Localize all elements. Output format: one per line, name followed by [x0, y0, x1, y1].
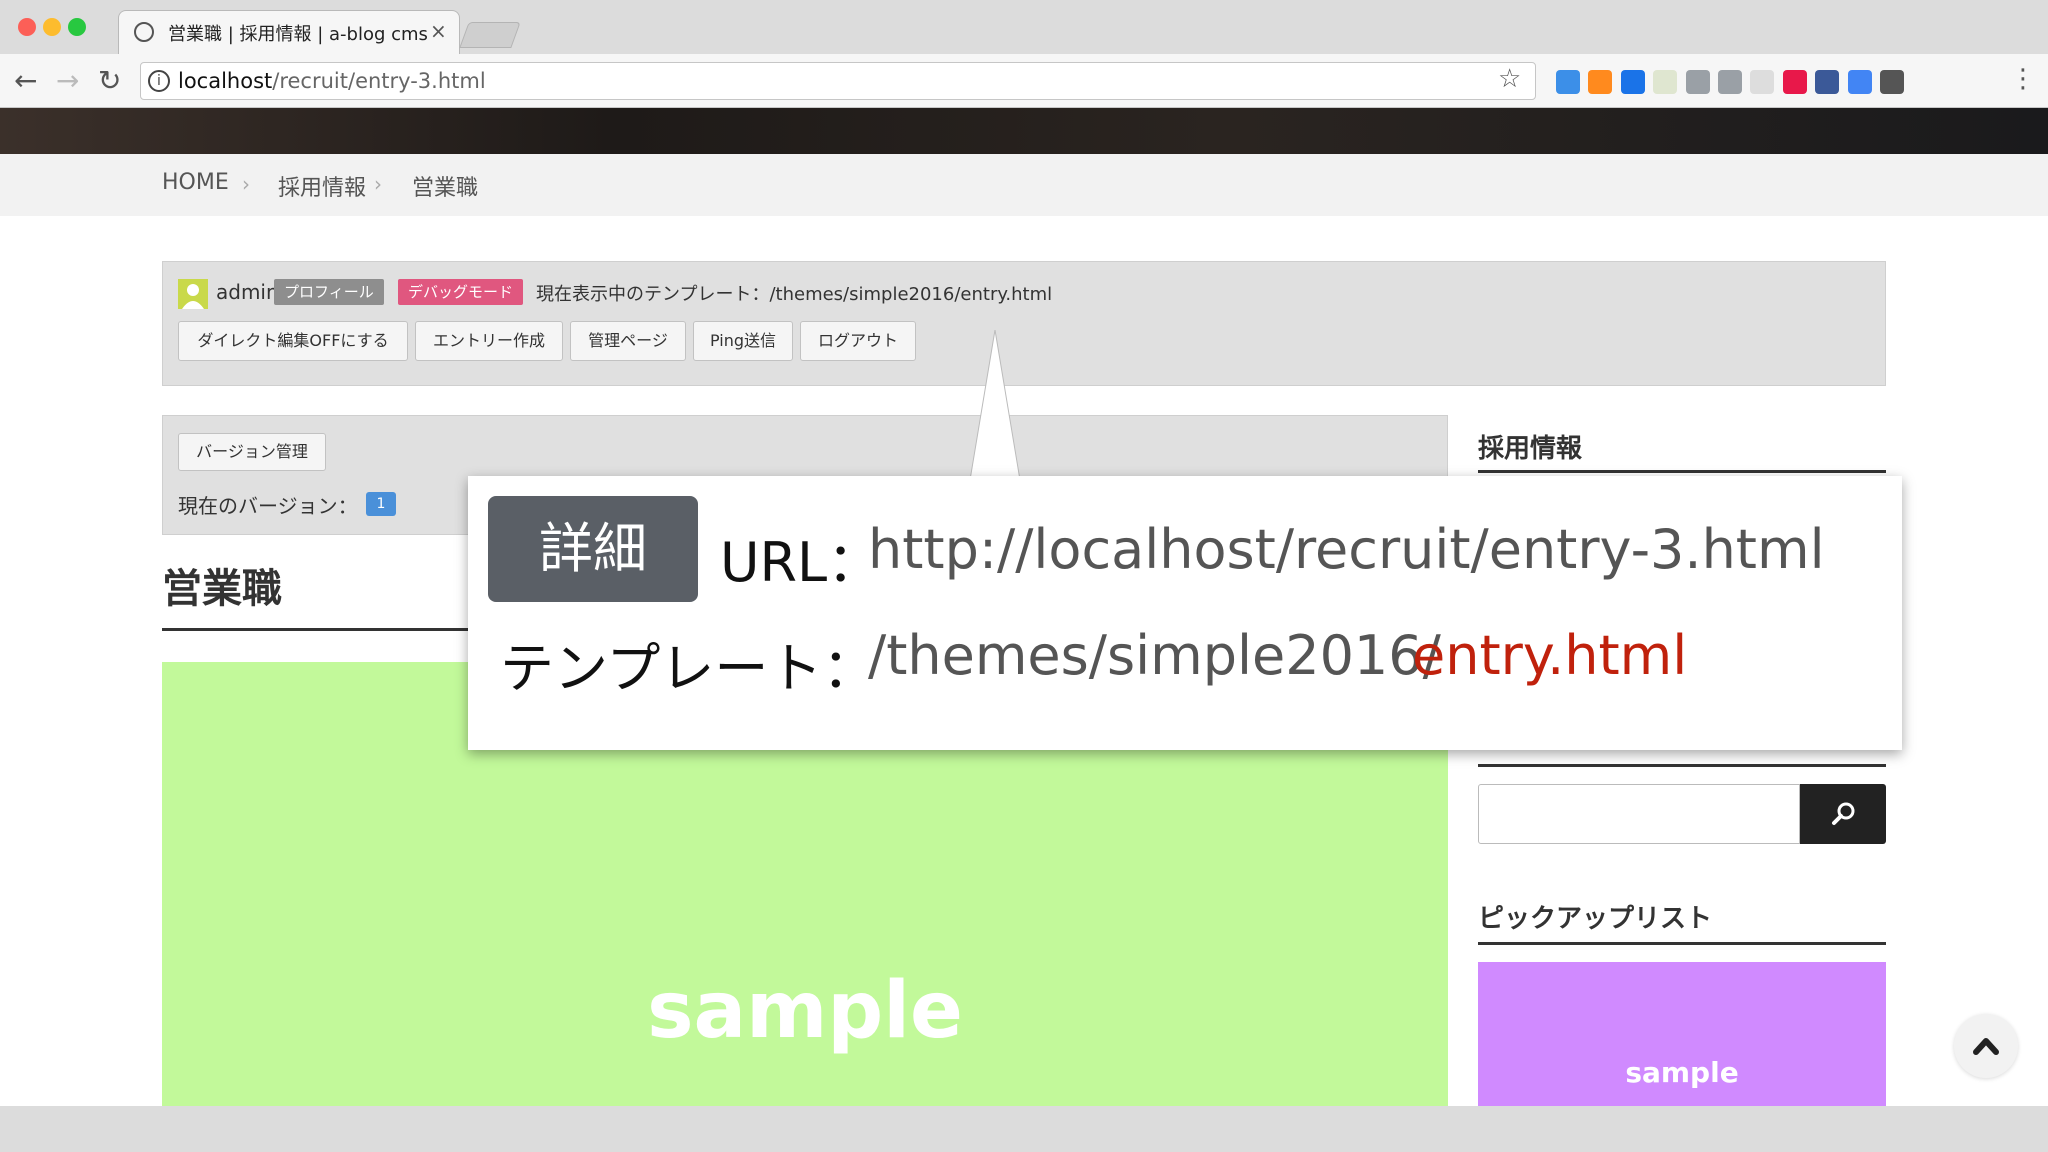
- bookmark-star-icon[interactable]: ☆: [1498, 64, 1521, 94]
- profile-tag[interactable]: プロフィール: [274, 279, 384, 305]
- page-title: 営業職: [162, 566, 282, 612]
- main-image-label: sample: [647, 966, 963, 1056]
- search-input[interactable]: [1478, 784, 1800, 844]
- sidebar-divider: [1478, 764, 1886, 767]
- callout-template-label: テンプレート：: [500, 637, 877, 700]
- breadcrumb-separator: ›: [374, 172, 382, 196]
- skype-icon[interactable]: [1685, 70, 1710, 94]
- logout-button[interactable]: ログアウト: [800, 321, 916, 361]
- header-image: [0, 108, 2048, 154]
- minimize-window-button[interactable]: [43, 18, 61, 36]
- avatar: [178, 279, 208, 309]
- window-bottom-edge: [0, 1106, 2048, 1152]
- blank-extension-icon[interactable]: [1750, 70, 1775, 94]
- info-icon[interactable]: i: [148, 70, 170, 92]
- compass-icon[interactable]: [1718, 70, 1742, 94]
- callout-template-file: entry.html: [1412, 624, 1688, 687]
- chart-icon[interactable]: [1588, 70, 1613, 94]
- cube-icon[interactable]: [1880, 70, 1904, 94]
- zoom-window-button[interactable]: [68, 18, 86, 36]
- url-host: localhost: [178, 69, 273, 93]
- callout-pointer: [970, 330, 1021, 480]
- forward-icon[interactable]: →: [56, 64, 79, 97]
- tab-title: 営業職 | 採用情報 | a-blog cms: [168, 24, 428, 45]
- version-badge[interactable]: 1: [366, 492, 396, 516]
- search-button[interactable]: [1800, 784, 1886, 844]
- create-entry-button[interactable]: エントリー作成: [415, 321, 563, 361]
- back-icon[interactable]: ←: [14, 64, 37, 97]
- search-icon: [1832, 802, 1855, 825]
- url-path: /recruit/entry-3.html: [272, 69, 486, 93]
- facebook-icon[interactable]: [1815, 70, 1840, 94]
- admin-username: admin: [216, 280, 279, 304]
- breadcrumb-home-link[interactable]: HOME: [162, 170, 229, 195]
- callout-url: http://localhost/recruit/entry-3.html: [868, 518, 1825, 581]
- sidebar-heading-pickup: ピックアップリスト: [1478, 904, 1713, 934]
- current-version-label: 現在のバージョン：: [178, 494, 358, 518]
- address-url[interactable]: localhost/recruit/entry-3.html: [178, 69, 486, 93]
- translate-icon[interactable]: [1556, 70, 1580, 94]
- direct-edit-off-button[interactable]: ダイレクト編集OFFにする: [178, 321, 408, 361]
- browser-menu-icon[interactable]: ⋮: [2010, 64, 2036, 94]
- sidebar-heading-recruit: 採用情報: [1478, 434, 1583, 464]
- pocket-icon[interactable]: [1782, 70, 1807, 94]
- extension-icon[interactable]: [1620, 70, 1645, 94]
- callout-template-path: /themes/simple2016/: [868, 624, 1441, 687]
- screen-icon[interactable]: [1847, 70, 1872, 94]
- breadcrumb-separator: ›: [242, 172, 250, 196]
- breadcrumb-current: 営業職: [412, 176, 479, 201]
- breadcrumb-recruit-link[interactable]: 採用情報: [278, 170, 366, 202]
- sidebar-divider: [1478, 942, 1886, 945]
- ping-button[interactable]: Ping送信: [693, 321, 793, 361]
- new-tab-button[interactable]: [459, 22, 521, 48]
- back-to-top-button[interactable]: [1954, 1014, 2018, 1078]
- admin-page-button[interactable]: 管理ページ: [570, 321, 686, 361]
- favicon-icon: [134, 22, 154, 42]
- chevron-up-icon: [1973, 1038, 1999, 1055]
- version-manage-button[interactable]: バージョン管理: [178, 433, 326, 471]
- current-template-text: 現在表示中のテンプレート：/themes/simple2016/entry.ht…: [536, 284, 1053, 305]
- tab-close-icon[interactable]: ×: [430, 19, 447, 43]
- sidebar-divider: [1478, 470, 1886, 473]
- rss-icon[interactable]: [1653, 70, 1678, 94]
- close-window-button[interactable]: [18, 18, 36, 36]
- pickup-image-label: sample: [1625, 1056, 1739, 1089]
- reload-icon[interactable]: ↻: [98, 64, 121, 97]
- callout-badge: 詳細: [488, 496, 698, 602]
- callout-url-label: URL：: [720, 531, 882, 594]
- debug-mode-tag[interactable]: デバッグモード: [398, 279, 524, 305]
